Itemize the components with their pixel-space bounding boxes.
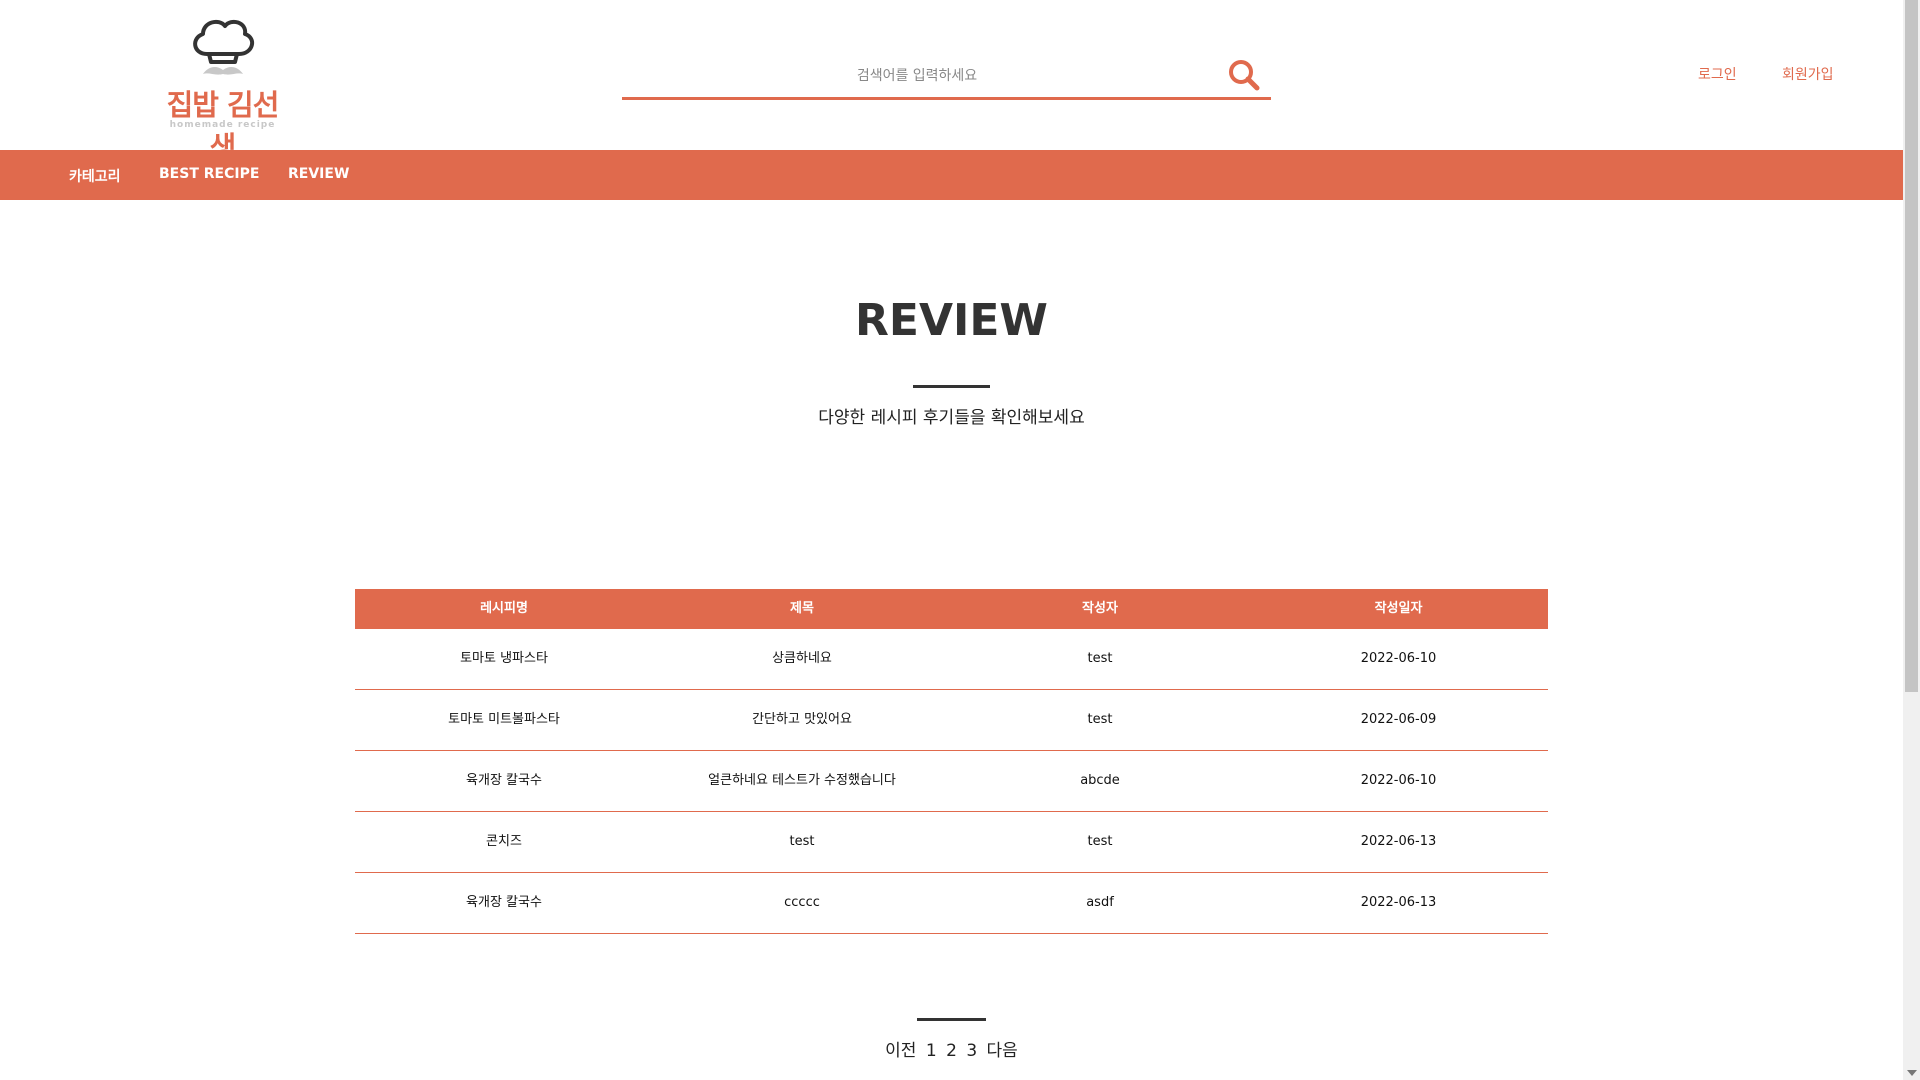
cell-author: abcde [1080, 773, 1120, 788]
table-row[interactable]: 육개장 칼국수 얼큰하네요 테스트가 수정했습니다 abcde 2022-06-… [355, 751, 1548, 812]
main-nav: 카테고리 BEST RECIPE REVIEW [0, 150, 1903, 200]
pagination-prev[interactable]: 이전 [885, 1041, 916, 1061]
column-header-author: 작성자 [1082, 601, 1118, 616]
site-logo[interactable]: 집밥 김선생 homemade recipe [155, 14, 290, 164]
column-header-title: 제목 [790, 601, 814, 616]
logo-subtitle: homemade recipe [169, 120, 276, 130]
search-bar [622, 52, 1271, 100]
cell-date: 2022-06-10 [1360, 773, 1437, 788]
table-header: 레시피명 제목 작성자 작성일자 [355, 589, 1548, 629]
page-title: REVIEW [855, 295, 1048, 346]
table-row[interactable]: 토마토 미트볼파스타 간단하고 맛있어요 test 2022-06-09 [355, 690, 1548, 751]
cell-author: test [1087, 651, 1113, 666]
cell-author: test [1087, 834, 1113, 849]
pagination-page-3[interactable]: 3 [966, 1041, 977, 1061]
cell-recipe: 콘치즈 [486, 834, 522, 849]
scroll-down-arrow-icon[interactable] [1907, 1070, 1917, 1076]
cell-recipe: 육개장 칼국수 [466, 773, 542, 788]
page-subtitle: 다양한 레시피 후기들을 확인해보세요 [818, 408, 1085, 428]
column-header-recipe: 레시피명 [480, 601, 528, 616]
pagination-next[interactable]: 다음 [987, 1041, 1018, 1061]
cell-date: 2022-06-09 [1360, 712, 1437, 727]
cell-date: 2022-06-13 [1360, 834, 1437, 849]
search-icon [1229, 60, 1260, 91]
search-button[interactable] [1227, 58, 1261, 92]
vertical-scrollbar[interactable] [1903, 0, 1920, 1080]
table-row[interactable]: 토마토 냉파스타 상큼하네요 test 2022-06-10 [355, 629, 1548, 690]
cell-title: test [789, 834, 815, 849]
pagination: 이전 1 2 3 다음 [0, 1036, 1903, 1061]
table-row[interactable]: 육개장 칼국수 ccccc asdf 2022-06-13 [355, 873, 1548, 934]
cell-title: 얼큰하네요 테스트가 수정했습니다 [708, 773, 896, 788]
pagination-page-2[interactable]: 2 [946, 1041, 957, 1061]
login-link[interactable]: 로그인 [1698, 64, 1737, 84]
nav-item-category[interactable]: 카테고리 [69, 166, 121, 186]
cell-date: 2022-06-13 [1360, 895, 1437, 910]
signup-link[interactable]: 회원가입 [1782, 64, 1834, 84]
cell-author: asdf [1086, 895, 1114, 910]
scrollbar-thumb[interactable] [1905, 0, 1918, 692]
pagination-page-1[interactable]: 1 [926, 1041, 937, 1061]
cell-author: test [1087, 712, 1113, 727]
table-row[interactable]: 콘치즈 test test 2022-06-13 [355, 812, 1548, 873]
review-table: 레시피명 제목 작성자 작성일자 토마토 냉파스타 상큼하네요 test 202… [355, 589, 1548, 934]
cell-title: ccccc [784, 895, 820, 910]
nav-item-best-recipe[interactable]: BEST RECIPE [159, 166, 259, 182]
cell-recipe: 육개장 칼국수 [466, 895, 542, 910]
pagination-divider [917, 1018, 986, 1021]
cell-recipe: 토마토 미트볼파스타 [448, 712, 560, 727]
chef-hat-icon [192, 19, 254, 75]
cell-title: 간단하고 맛있어요 [752, 712, 852, 727]
search-input[interactable] [622, 58, 1212, 94]
title-divider [913, 385, 990, 388]
cell-title: 상큼하네요 [772, 651, 832, 666]
cell-date: 2022-06-10 [1360, 651, 1437, 666]
site-header: 집밥 김선생 homemade recipe 로그인 회원가입 [0, 0, 1903, 164]
cell-recipe: 토마토 냉파스타 [460, 651, 548, 666]
column-header-date: 작성일자 [1374, 601, 1423, 616]
nav-item-review[interactable]: REVIEW [288, 166, 349, 182]
